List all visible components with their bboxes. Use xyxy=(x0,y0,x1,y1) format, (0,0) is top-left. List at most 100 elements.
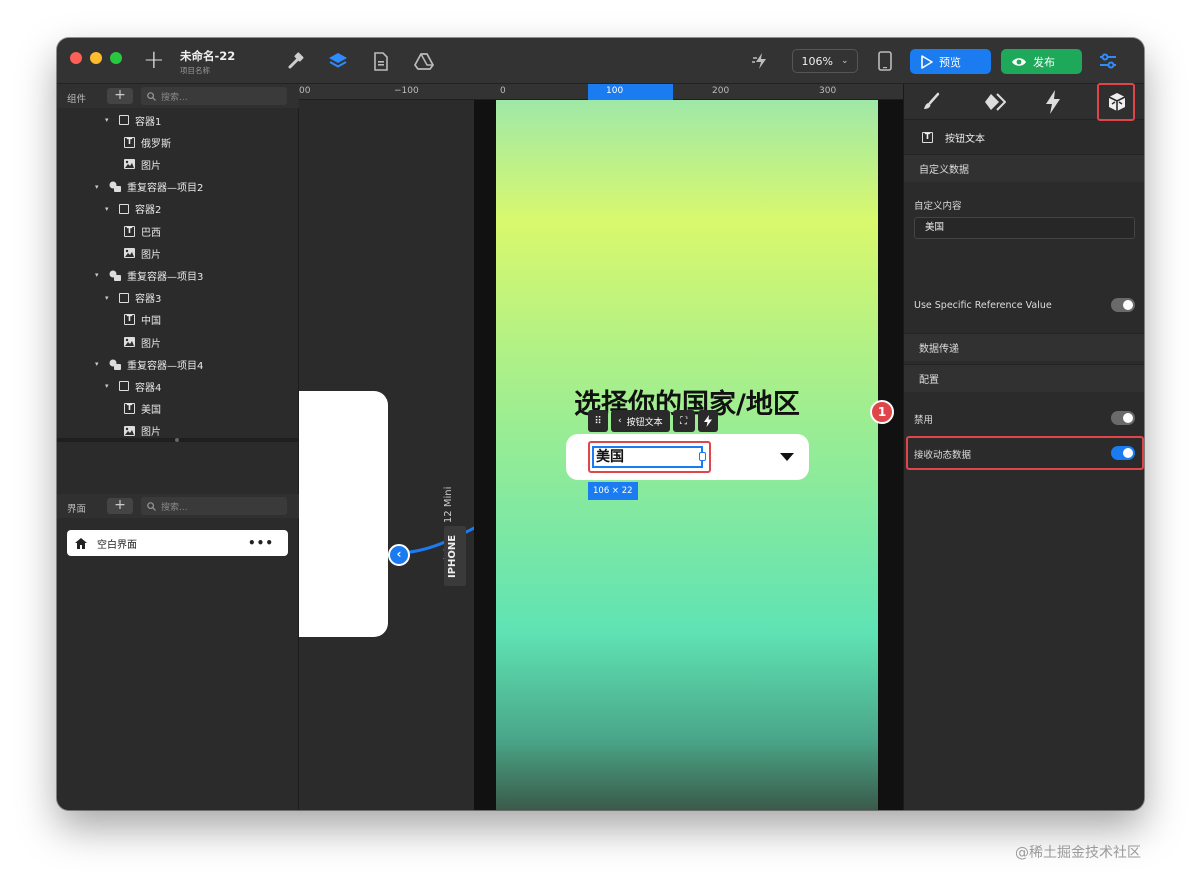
phone-screen[interactable]: 选择你的国家/地区 ⠿ ‹ 按钮文本 ⛶ 美国 106 × 22 xyxy=(496,100,878,810)
brush-icon[interactable] xyxy=(921,92,941,116)
layer-item-container[interactable]: ▾ 容器3 xyxy=(105,289,161,307)
container-icon xyxy=(119,115,129,125)
search-icon xyxy=(147,501,156,511)
layers-icon[interactable] xyxy=(327,50,349,72)
drive-icon[interactable] xyxy=(413,50,435,72)
ruler-tick: 0 xyxy=(500,86,506,96)
drag-handle-icon[interactable]: ⠿ xyxy=(588,410,608,432)
layer-item-repeat[interactable]: ▾ 重复容器—项目3 xyxy=(95,266,203,284)
repeat-container-icon xyxy=(109,270,121,281)
components-search[interactable]: 搜索... xyxy=(141,87,287,105)
minimize-window-button[interactable] xyxy=(90,52,102,64)
add-component-button[interactable]: + xyxy=(107,88,133,104)
caret-down-icon[interactable]: ▾ xyxy=(95,183,103,191)
zoom-select[interactable]: 106% ⌄ xyxy=(792,49,858,73)
layer-item-text[interactable]: T 巴西 xyxy=(124,222,161,240)
image-icon xyxy=(124,159,135,170)
ruler-selection xyxy=(588,84,673,100)
zoom-window-button[interactable] xyxy=(110,52,122,64)
play-icon xyxy=(921,54,933,69)
components-header: 组件 + 搜索... xyxy=(57,84,299,108)
country-dropdown[interactable]: 美国 xyxy=(566,434,809,480)
watermark: @稀土掘金技术社区 xyxy=(1015,845,1141,861)
chevron-left-icon: ‹ xyxy=(618,416,622,426)
hammer-icon[interactable] xyxy=(285,50,307,72)
caret-down-icon[interactable]: ▾ xyxy=(105,205,113,213)
use-ref-label: Use Specific Reference Value xyxy=(914,300,1052,311)
layer-label: 图片 xyxy=(141,160,161,172)
image-icon xyxy=(124,248,135,259)
preview-button[interactable]: 预览 xyxy=(910,49,991,74)
resize-handle[interactable] xyxy=(699,452,706,461)
layer-item-repeat[interactable]: ▾ 重复容器—项目2 xyxy=(95,178,203,196)
size-badge: 106 × 22 xyxy=(588,482,638,500)
ruler-tick: 300 xyxy=(819,86,837,96)
layer-label: 容器1 xyxy=(135,116,162,128)
close-window-button[interactable] xyxy=(70,52,82,64)
custom-data-section[interactable]: 自定义数据 xyxy=(904,154,1144,182)
text-icon: T xyxy=(124,225,135,237)
layer-item-container[interactable]: ▾ 容器2 xyxy=(105,200,161,218)
chevron-left-icon[interactable]: ‹ xyxy=(388,544,410,566)
layer-item-image[interactable]: 图片 xyxy=(124,333,161,351)
screens-title: 界面 xyxy=(67,504,87,515)
disable-toggle[interactable] xyxy=(1111,411,1135,425)
caret-down-icon[interactable] xyxy=(780,453,794,461)
device-icon[interactable] xyxy=(874,50,896,72)
layer-item-container[interactable]: ▾ 容器1 xyxy=(105,111,161,129)
screens-search[interactable]: 搜索... xyxy=(141,497,287,515)
parent-select-button[interactable]: ‹ 按钮文本 xyxy=(611,410,670,432)
data-transfer-section[interactable]: 数据传递 xyxy=(904,333,1144,361)
dropdown-selected-text[interactable]: 美国 xyxy=(592,446,703,468)
zoom-value: 106% xyxy=(801,54,833,68)
search-icon xyxy=(147,91,156,101)
custom-content-input[interactable]: 美国 xyxy=(914,217,1135,239)
screen-item-blank[interactable]: 空白界面 ••• xyxy=(67,530,288,556)
adjacent-screen-card[interactable] xyxy=(299,391,388,637)
preview-label: 预览 xyxy=(939,55,961,69)
add-screen-button[interactable]: + xyxy=(107,498,133,514)
publish-button[interactable]: 发布 xyxy=(1001,49,1082,74)
layer-item-image[interactable]: 图片 xyxy=(124,244,161,262)
caret-down-icon[interactable]: ▾ xyxy=(95,360,103,368)
element-name-row: T 按钮文本 xyxy=(922,129,985,145)
device-tag[interactable]: IPHONE xyxy=(444,526,466,586)
eye-icon xyxy=(1012,57,1026,66)
layer-item-image[interactable]: 图片 xyxy=(124,155,161,173)
caret-down-icon[interactable]: ▾ xyxy=(105,116,113,124)
config-section[interactable]: 配置 xyxy=(904,364,1144,392)
panel-divider[interactable] xyxy=(57,438,299,442)
layer-label: 美国 xyxy=(141,405,161,417)
more-icon[interactable]: ••• xyxy=(248,536,274,550)
ruler-tick: −100 xyxy=(394,86,419,96)
use-ref-toggle[interactable] xyxy=(1111,298,1135,312)
project-title-block[interactable]: 未命名-22 项目名称 xyxy=(180,48,235,76)
app-window: + 未命名-22 项目名称 106% ⌄ 预览 发布 组件 + 搜索... ▾ … xyxy=(57,38,1144,810)
layer-item-container[interactable]: ▾ 容器4 xyxy=(105,377,161,395)
element-toolbar: ⠿ ‹ 按钮文本 ⛶ xyxy=(588,410,718,432)
dynamic-data-highlight xyxy=(906,436,1144,470)
project-subtitle: 项目名称 xyxy=(180,66,210,75)
caret-down-icon[interactable]: ▾ xyxy=(95,271,103,279)
add-icon[interactable]: + xyxy=(143,47,165,73)
design-canvas[interactable]: 00 −100 0 100 200 300 ‹ iPhone 12 Mini I… xyxy=(299,84,903,810)
flash-off-icon[interactable] xyxy=(750,50,772,72)
fullscreen-icon[interactable]: ⛶ xyxy=(672,410,695,432)
document-icon[interactable] xyxy=(370,50,392,72)
caret-down-icon[interactable]: ▾ xyxy=(105,382,113,390)
lightning-icon[interactable] xyxy=(697,410,718,432)
left-panel: 组件 + 搜索... ▾ 容器1 T 俄罗斯 图片 ▾ 重复容器—项目2 ▾ 容器2 T 巴西 图片 ▾… xyxy=(57,84,299,810)
layer-item-text[interactable]: T 俄罗斯 xyxy=(124,133,171,151)
layer-item-text[interactable]: T 中国 xyxy=(124,311,161,329)
container-icon xyxy=(119,381,129,392)
interaction-icon[interactable] xyxy=(984,92,1007,116)
inspector-panel: T 按钮文本 自定义数据 自定义内容 美国 Use Specific Refer… xyxy=(903,83,1144,810)
settings-sliders-icon[interactable] xyxy=(1097,50,1119,72)
layer-item-repeat[interactable]: ▾ 重复容器—项目4 xyxy=(95,355,203,373)
layer-item-text[interactable]: T 美国 xyxy=(124,400,161,418)
text-icon: T xyxy=(124,403,135,415)
lightning-icon[interactable] xyxy=(1045,90,1061,118)
layer-label: 容器2 xyxy=(135,205,162,217)
ruler-tick: 00 xyxy=(299,86,311,96)
caret-down-icon[interactable]: ▾ xyxy=(105,294,113,302)
